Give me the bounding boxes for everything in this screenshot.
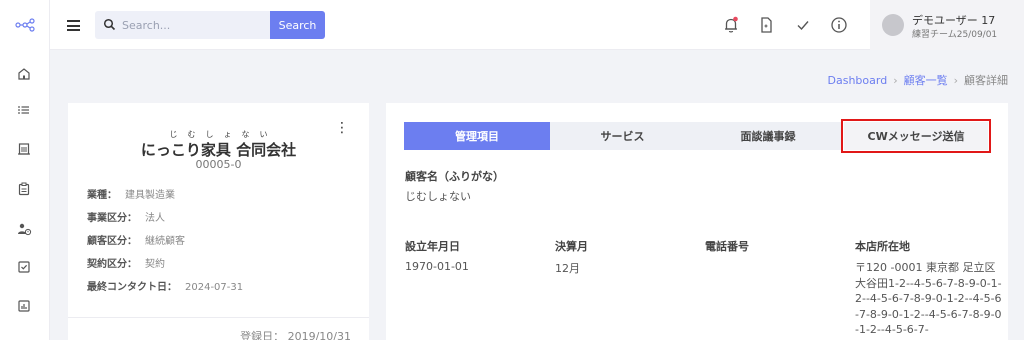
breadcrumb-separator-icon: › [953,74,958,87]
tab-services[interactable]: サービス [550,122,695,150]
report-icon[interactable] [16,298,32,314]
company-card: ⋮ じむしょない にっこり家具 合同会社 00005-0 業種： 建具製造業 事業… [68,103,369,340]
checkbox-icon[interactable] [16,259,32,275]
info-row-business-type: 事業区分： 法人 [87,213,165,224]
info-row-industry: 業種： 建具製造業 [87,190,175,201]
user-menu[interactable]: デモユーザー 17 練習チーム25/09/01 [870,0,1024,50]
fiscal-month-value: 12月 [555,262,580,275]
breadcrumb-current: 顧客詳細 [964,74,1008,87]
address-value: 〒120 -0001 東京都 足立区 大谷田1-2--4-5-6-7-8-9-0… [855,261,1002,336]
breadcrumb-dashboard[interactable]: Dashboard [828,74,888,87]
building-icon[interactable] [16,141,32,157]
breadcrumb-separator-icon: › [893,74,898,87]
detail-panel: 管理項目 サービス 面談議事録 CWメッセージ送信 顧客名（ふりがな） じむしょ… [386,103,1008,340]
company-code: 00005-0 [195,158,242,171]
clipboard-icon[interactable] [16,181,32,197]
fiscal-month-label: 決算月 [555,240,588,253]
phone-label: 電話番号 [705,240,749,253]
list-icon[interactable] [16,102,32,118]
search-icon [103,18,116,31]
avatar [882,14,904,36]
search-input[interactable] [122,11,267,39]
network-logo-icon[interactable] [15,18,35,32]
divider [68,317,369,318]
tab-cw-message[interactable]: CWメッセージ送信 [841,119,991,153]
home-icon[interactable] [16,66,32,82]
sidebar-rail [0,0,50,340]
kana-value: じむしょない [405,190,471,203]
menu-toggle-icon[interactable] [67,20,80,31]
search-box [95,11,270,39]
user-team: 練習チーム25/09/01 [912,30,998,40]
info-icon[interactable] [829,15,849,35]
tab-meeting-minutes[interactable]: 面談議事録 [695,122,841,150]
company-name: にっこり家具 合同会社 [140,141,297,159]
bell-icon[interactable] [721,15,741,35]
info-row-last-contact: 最終コンタクト日： 2024-07-31 [87,282,244,293]
tab-management[interactable]: 管理項目 [404,122,550,150]
registration-date: 登録日： 2019/10/31 [240,330,351,340]
address-label: 本店所在地 [855,240,910,253]
file-icon[interactable] [756,15,776,35]
breadcrumb: Dashboard › 顧客一覧 › 顧客詳細 [828,72,1009,88]
info-row-customer-type: 顧客区分： 継続顧客 [87,236,185,247]
search-button[interactable]: Search [270,11,325,39]
established-label: 設立年月日 [405,240,460,253]
established-value: 1970-01-01 [405,260,469,273]
user-name: デモユーザー 17 [912,14,996,27]
check-icon[interactable] [793,15,813,35]
top-bar: Search デモユーザー 17 練習チーム25/09/01 [50,0,1024,50]
info-row-contract-type: 契約区分： 契約 [87,259,165,270]
kana-label: 顧客名（ふりがな） [405,170,504,183]
breadcrumb-customer-list[interactable]: 顧客一覧 [904,74,948,87]
user-clock-icon[interactable] [16,221,32,237]
